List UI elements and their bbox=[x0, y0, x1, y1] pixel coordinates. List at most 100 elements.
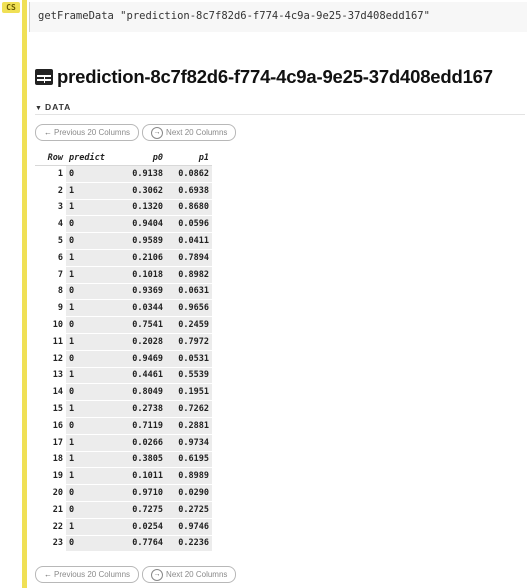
section-divider bbox=[35, 114, 525, 115]
cell-p1: 0.8982 bbox=[166, 266, 212, 284]
table-row: 13 1 0.4461 0.5539 bbox=[35, 367, 212, 385]
cell-p0: 0.9589 bbox=[112, 232, 166, 250]
cell-predict: 0 bbox=[66, 283, 112, 301]
cell-predict: 1 bbox=[66, 434, 112, 452]
table-row: 14 0 0.8049 0.1951 bbox=[35, 383, 212, 402]
cell-p1: 0.9734 bbox=[166, 434, 212, 452]
arrow-right-circle-icon: → bbox=[151, 568, 164, 581]
cell-p0: 0.7541 bbox=[112, 316, 166, 334]
cell-row: 8 bbox=[35, 283, 66, 301]
table-row: 15 1 0.2738 0.7262 bbox=[35, 400, 212, 418]
cell-gutter: CS bbox=[0, 0, 27, 588]
cell-row: 2 bbox=[35, 182, 66, 200]
cell-row: 4 bbox=[35, 215, 66, 234]
table-row: 21 0 0.7275 0.2725 bbox=[35, 501, 212, 519]
cell-predict: 0 bbox=[66, 383, 112, 402]
cell-status-tag[interactable]: CS bbox=[2, 2, 20, 13]
cell-p1: 0.0596 bbox=[166, 215, 212, 234]
cell-row: 17 bbox=[35, 434, 66, 452]
cell-row: 10 bbox=[35, 316, 66, 334]
next-columns-button[interactable]: → Next 20 Columns bbox=[142, 124, 237, 141]
arrow-right-circle-icon: → bbox=[151, 126, 164, 139]
cell-row: 12 bbox=[35, 350, 66, 368]
table-row: 17 1 0.0266 0.9734 bbox=[35, 434, 212, 452]
table-row: 3 1 0.1320 0.8680 bbox=[35, 199, 212, 217]
table-row: 11 1 0.2028 0.7972 bbox=[35, 333, 212, 351]
cell-row: 6 bbox=[35, 249, 66, 267]
cell-row: 22 bbox=[35, 518, 66, 536]
cell-predict: 0 bbox=[66, 501, 112, 519]
table-row: 20 0 0.9710 0.0290 bbox=[35, 484, 212, 502]
cell-predict: 1 bbox=[66, 266, 112, 284]
cell-p0: 0.7764 bbox=[112, 535, 166, 553]
cell-row: 19 bbox=[35, 467, 66, 486]
cell-p0: 0.8049 bbox=[112, 383, 166, 402]
cell-p1: 0.7262 bbox=[166, 400, 212, 418]
next-columns-button[interactable]: → Next 20 Columns bbox=[142, 566, 237, 583]
cell-p1: 0.1951 bbox=[166, 383, 212, 402]
cell-input[interactable]: getFrameData "prediction-8c7f82d6-f774-4… bbox=[29, 2, 527, 32]
table-row: 4 0 0.9404 0.0596 bbox=[35, 215, 212, 234]
table-row: 1 0 0.9138 0.0862 bbox=[35, 165, 212, 183]
cell-row: 9 bbox=[35, 299, 66, 318]
cell-predict: 0 bbox=[66, 215, 112, 234]
selected-cell-indicator bbox=[22, 0, 27, 588]
cell-row: 20 bbox=[35, 484, 66, 502]
table-row: 22 1 0.0254 0.9746 bbox=[35, 518, 212, 536]
table-row: 19 1 0.1011 0.8989 bbox=[35, 467, 212, 486]
table-body: 1 0 0.9138 0.0862 2 1 0.3062 0.6938 3 1 0.1320 0.86… bbox=[35, 165, 212, 553]
frame-header: prediction-8c7f82d6-f774-4c9a-9e25-37d40… bbox=[35, 66, 493, 88]
cell-predict: 0 bbox=[66, 484, 112, 502]
cell-row: 7 bbox=[35, 266, 66, 284]
cell-p0: 0.9469 bbox=[112, 350, 166, 368]
column-header-row: Row bbox=[35, 150, 66, 166]
table-row: 18 1 0.3805 0.6195 bbox=[35, 451, 212, 469]
cell-predict: 1 bbox=[66, 299, 112, 318]
frame-title: prediction-8c7f82d6-f774-4c9a-9e25-37d40… bbox=[57, 66, 493, 87]
cell-p0: 0.1018 bbox=[112, 266, 166, 284]
cell-p1: 0.0411 bbox=[166, 232, 212, 250]
cell-p0: 0.0254 bbox=[112, 518, 166, 536]
cell-predict: 1 bbox=[66, 367, 112, 385]
table-row: 5 0 0.9589 0.0411 bbox=[35, 232, 212, 250]
cell-row: 23 bbox=[35, 535, 66, 553]
cell-p0: 0.9138 bbox=[112, 165, 166, 183]
cell-predict: 0 bbox=[66, 165, 112, 183]
caret-down-icon: ▼ bbox=[35, 105, 43, 112]
previous-columns-label: Previous 20 Columns bbox=[54, 570, 131, 579]
cell-row: 15 bbox=[35, 400, 66, 418]
cell-p0: 0.0344 bbox=[112, 299, 166, 318]
cell-p1: 0.7894 bbox=[166, 249, 212, 267]
previous-columns-button[interactable]: ← Previous 20 Columns bbox=[35, 124, 140, 141]
table-row: 16 0 0.7119 0.2881 bbox=[35, 417, 212, 435]
cell-row: 14 bbox=[35, 383, 66, 402]
cell-command-text[interactable]: getFrameData "prediction-8c7f82d6-f774-4… bbox=[38, 10, 430, 22]
cell-p0: 0.9369 bbox=[112, 283, 166, 301]
cell-p1: 0.2725 bbox=[166, 501, 212, 519]
cell-predict: 1 bbox=[66, 249, 112, 267]
table-row: 7 1 0.1018 0.8982 bbox=[35, 266, 212, 284]
cell-p0: 0.1320 bbox=[112, 199, 166, 217]
table-row: 23 0 0.7764 0.2236 bbox=[35, 535, 212, 553]
cell-predict: 1 bbox=[66, 467, 112, 486]
cell-predict: 0 bbox=[66, 232, 112, 250]
cell-p0: 0.9404 bbox=[112, 215, 166, 234]
cell-p1: 0.0631 bbox=[166, 283, 212, 301]
cell-predict: 0 bbox=[66, 316, 112, 334]
cell-p1: 0.2881 bbox=[166, 417, 212, 435]
cell-row: 5 bbox=[35, 232, 66, 250]
cell-p0: 0.2738 bbox=[112, 400, 166, 418]
cell-row: 21 bbox=[35, 501, 66, 519]
cell-predict: 1 bbox=[66, 451, 112, 469]
cell-p0: 0.4461 bbox=[112, 367, 166, 385]
cell-predict: 1 bbox=[66, 199, 112, 217]
previous-columns-label: Previous 20 Columns bbox=[54, 128, 131, 137]
previous-columns-button[interactable]: ← Previous 20 Columns bbox=[35, 566, 140, 583]
cell-predict: 0 bbox=[66, 417, 112, 435]
data-section-toggle[interactable]: ▼ DATA bbox=[35, 102, 71, 112]
cell-p1: 0.5539 bbox=[166, 367, 212, 385]
cell-row: 1 bbox=[35, 165, 66, 183]
cell-p1: 0.9656 bbox=[166, 299, 212, 318]
arrow-left-icon: ← bbox=[44, 128, 52, 137]
cell-p0: 0.2028 bbox=[112, 333, 166, 351]
